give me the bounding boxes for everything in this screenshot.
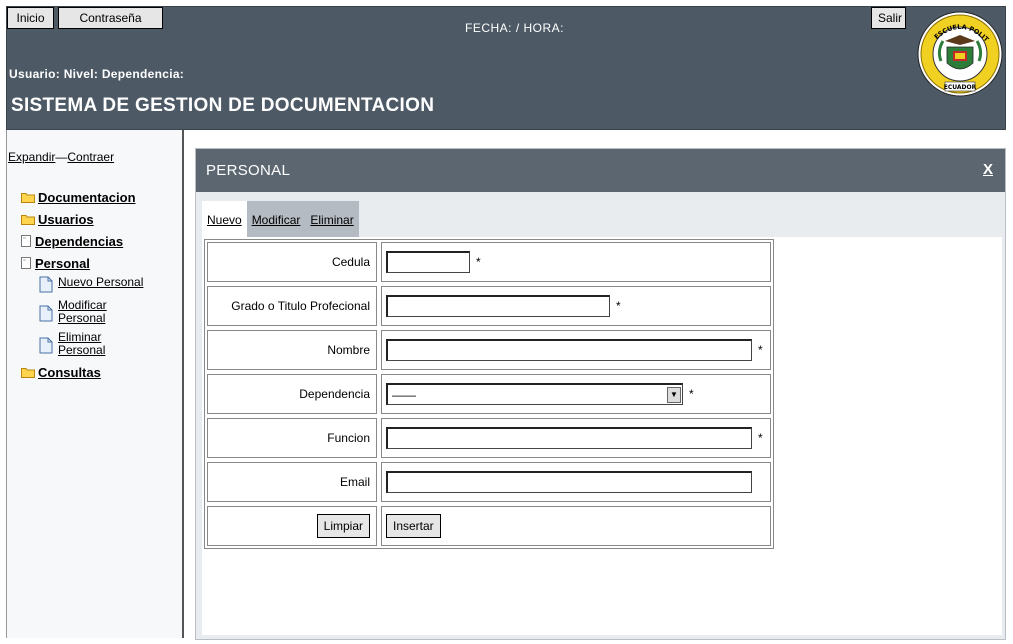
cedula-label: Cedula (207, 242, 377, 282)
cedula-input[interactable] (386, 251, 470, 273)
expand-separator: — (55, 150, 68, 164)
panel-header: PERSONAL X (196, 149, 1005, 192)
limpiar-cell: Limpiar (207, 506, 377, 546)
required-mark: * (758, 343, 763, 357)
system-title: SISTEMA DE GESTION DE DOCUMENTACION (11, 95, 435, 116)
page-icon (21, 257, 31, 269)
insertar-button[interactable]: Insertar (386, 514, 441, 538)
tree-node-label: Dependencias (35, 233, 124, 249)
required-mark: * (476, 255, 481, 269)
tree-node-usuarios[interactable]: Usuarios (21, 210, 181, 228)
folder-icon (21, 214, 35, 225)
tree-node-label: Usuarios (38, 211, 94, 227)
tree-subitem-modificar-personal[interactable]: Modificar Personal (39, 299, 181, 325)
tree-node-label: Consultas (38, 364, 101, 380)
dropdown-arrow-icon[interactable]: ▼ (667, 386, 681, 403)
dependencia-selected-value: —— (392, 387, 416, 402)
form-row-nombre: Nombre * (207, 330, 771, 370)
sidebar: Expandir—Contraer Documentacion Usuarios… (6, 130, 184, 638)
user-info-line: Usuario: Nivel: Dependencia: (9, 67, 185, 81)
subitem-label-line2: Personal (58, 311, 106, 325)
document-icon (39, 276, 53, 293)
subitem-label: Modificar Personal (58, 299, 107, 325)
tree-node-documentacion[interactable]: Documentacion (21, 188, 181, 206)
date-time-label: FECHA: / HORA: (465, 21, 565, 35)
dependencia-label: Dependencia (207, 374, 377, 414)
cedula-cell: * (381, 242, 771, 282)
inicio-button[interactable]: Inicio (7, 7, 54, 29)
form-row-cedula: Cedula * (207, 242, 771, 282)
institution-seal-logo: ESCUELA POLITECNICA DEL EJERCITO ECUADOR (917, 11, 1003, 97)
tree-node-label: Personal (35, 255, 90, 271)
required-mark: * (689, 387, 694, 401)
form-row-actions: Limpiar Insertar (207, 506, 771, 546)
nombre-cell: * (381, 330, 771, 370)
limpiar-button[interactable]: Limpiar (316, 514, 370, 538)
contrasena-button[interactable]: Contraseña (58, 7, 163, 29)
email-label: Email (207, 462, 377, 502)
insertar-cell: Insertar (381, 506, 771, 546)
subitem-label: Nuevo Personal (58, 275, 144, 289)
tab-modificar[interactable]: Modificar (246, 201, 306, 237)
dependencia-select[interactable]: —— ▼ (386, 383, 683, 405)
app-header: Inicio Contraseña FECHA: / HORA: Salir U… (6, 6, 1006, 130)
tree-subitem-nuevo-personal[interactable]: Nuevo Personal (39, 276, 181, 293)
dependencia-cell: —— ▼ * (381, 374, 771, 414)
tree-node-personal[interactable]: Personal (21, 254, 181, 272)
close-panel-button[interactable]: X (983, 161, 993, 178)
funcion-cell: * (381, 418, 771, 458)
nombre-input[interactable] (386, 339, 752, 361)
form-area: Cedula * Grado o Titulo Profecional * No… (202, 237, 1002, 635)
grado-cell: * (381, 286, 771, 326)
subitem-label-line2: Personal (58, 343, 106, 357)
form-row-email: Email (207, 462, 771, 502)
tab-eliminar[interactable]: Eliminar (305, 201, 359, 237)
subitem-label: Eliminar Personal (58, 331, 105, 357)
tab-nuevo[interactable]: Nuevo (202, 201, 247, 237)
document-icon (39, 305, 53, 322)
personal-form: Cedula * Grado o Titulo Profecional * No… (204, 239, 774, 549)
expandir-link[interactable]: Expandir (8, 150, 55, 164)
required-mark: * (758, 431, 763, 445)
document-icon (39, 337, 53, 354)
folder-icon (21, 192, 35, 203)
tree-subitem-eliminar-personal[interactable]: Eliminar Personal (39, 331, 181, 357)
personal-panel: PERSONAL X Nuevo Modificar Eliminar Cedu… (195, 148, 1006, 640)
tree-node-dependencias[interactable]: Dependencias (21, 232, 181, 250)
tree-node-consultas[interactable]: Consultas (21, 363, 181, 381)
panel-tabs: Nuevo Modificar Eliminar (202, 201, 359, 237)
contraer-link[interactable]: Contraer (67, 150, 114, 164)
page-icon (21, 235, 31, 247)
nombre-label: Nombre (207, 330, 377, 370)
form-row-funcion: Funcion * (207, 418, 771, 458)
expand-collapse-links: Expandir—Contraer (8, 150, 114, 164)
folder-icon (21, 367, 35, 378)
email-cell (381, 462, 771, 502)
funcion-label: Funcion (207, 418, 377, 458)
panel-title: PERSONAL (206, 162, 291, 179)
salir-button[interactable]: Salir (871, 7, 906, 29)
grado-input[interactable] (386, 295, 610, 317)
subitem-label-line1: Eliminar (58, 330, 102, 344)
subitem-label-line1: Modificar (58, 298, 107, 312)
seal-bottom-text: ECUADOR (944, 84, 977, 91)
grado-label: Grado o Titulo Profecional (207, 286, 377, 326)
form-row-grado: Grado o Titulo Profecional * (207, 286, 771, 326)
funcion-input[interactable] (386, 427, 752, 449)
form-row-dependencia: Dependencia —— ▼ * (207, 374, 771, 414)
tree-node-label: Documentacion (38, 189, 136, 205)
required-mark: * (616, 299, 621, 313)
navigation-tree: Documentacion Usuarios Dependencias Pers… (21, 188, 181, 385)
email-input[interactable] (386, 471, 752, 493)
